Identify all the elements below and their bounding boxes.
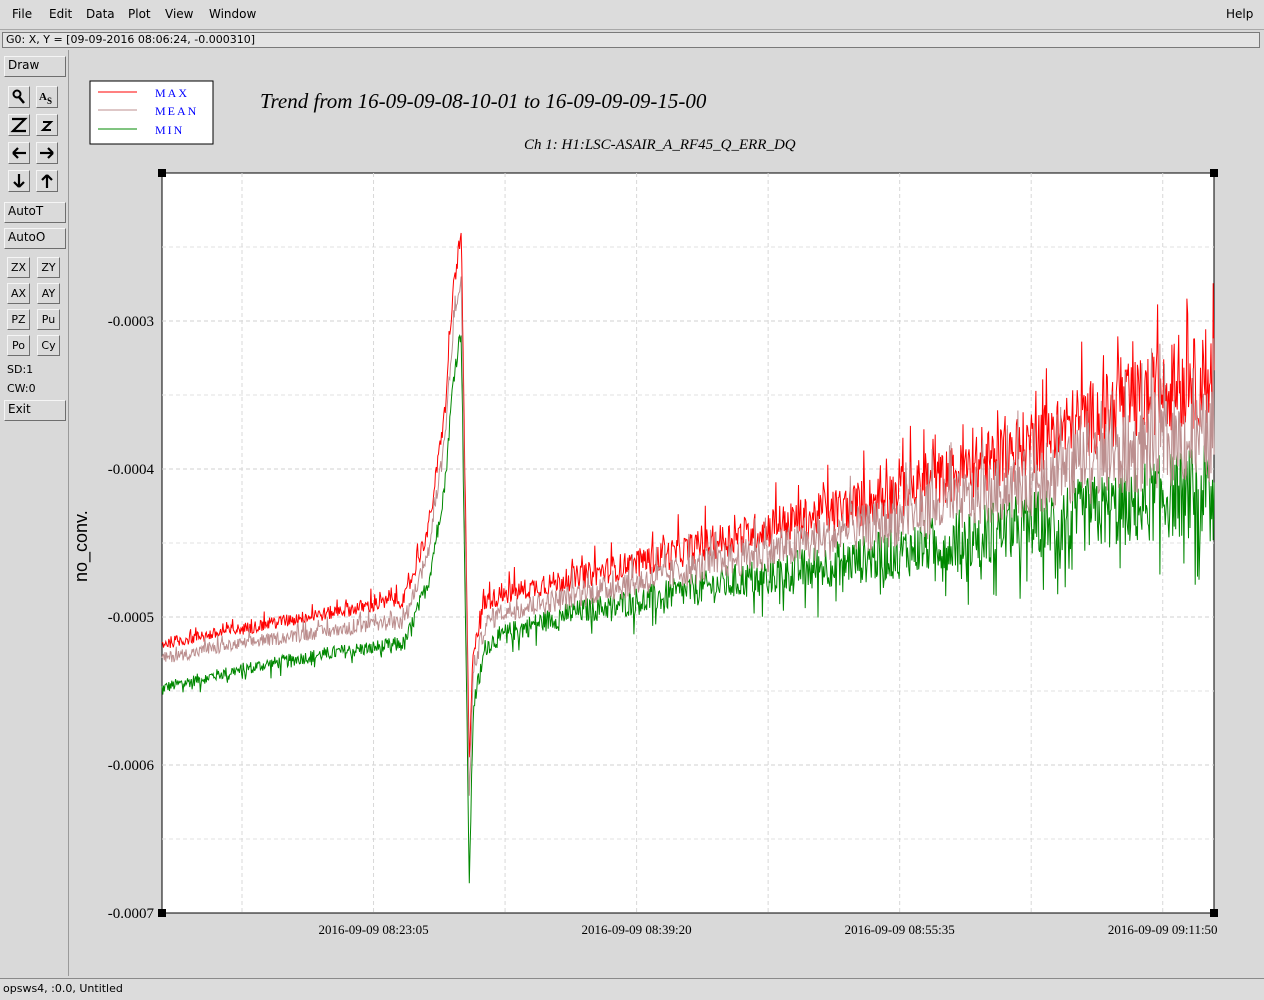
- cy-button[interactable]: Cy: [37, 335, 60, 356]
- menu-data[interactable]: Data: [86, 7, 115, 21]
- y-tick-labels: -0.0003 -0.0004 -0.0005 -0.0006 -0.0007: [108, 314, 155, 922]
- x-tick-labels: 2016-09-09 08:23:05 2016-09-09 08:39:20 20…: [318, 922, 1217, 937]
- pz-button[interactable]: PZ: [7, 309, 30, 330]
- plot-area: MAX MEAN MIN Trend from 16-09-09-08-10-0…: [69, 50, 1264, 981]
- autot-button[interactable]: AutoT: [4, 202, 66, 223]
- svg-text:S: S: [47, 96, 52, 106]
- legend-label-mean: MEAN: [155, 104, 198, 118]
- chart-subtitle: Ch 1: H1:LSC-ASAIR_A_RF45_Q_ERR_DQ: [524, 137, 796, 153]
- menu-help[interactable]: Help: [1226, 7, 1253, 21]
- exit-button[interactable]: Exit: [4, 400, 66, 421]
- zy-button[interactable]: ZY: [37, 257, 60, 278]
- menu-edit[interactable]: Edit: [49, 7, 72, 21]
- corner-handle-tl[interactable]: [158, 169, 166, 177]
- menu-view[interactable]: View: [165, 7, 193, 21]
- draw-button[interactable]: Draw: [4, 56, 66, 77]
- legend-label-max: MAX: [155, 86, 189, 100]
- menu-bar: File Edit Data Plot View Window Help: [0, 0, 1264, 30]
- zx-button[interactable]: ZX: [7, 257, 30, 278]
- status-text: opsws4, :0.0, Untitled: [3, 982, 123, 995]
- arrow-down-icon[interactable]: [8, 170, 30, 192]
- text-scale-icon[interactable]: AS: [36, 86, 58, 108]
- zoom-small-z-icon[interactable]: [36, 114, 58, 136]
- corner-handle-bl[interactable]: [158, 909, 166, 917]
- y-tick-label: -0.0004: [108, 462, 155, 478]
- menu-window[interactable]: Window: [209, 7, 256, 21]
- autoo-button[interactable]: AutoO: [4, 228, 66, 249]
- trend-chart[interactable]: MAX MEAN MIN Trend from 16-09-09-08-10-0…: [69, 50, 1264, 978]
- svg-text:A: A: [39, 91, 47, 103]
- y-tick-label: -0.0005: [108, 610, 154, 626]
- pu-button[interactable]: Pu: [37, 309, 60, 330]
- ay-button[interactable]: AY: [37, 283, 60, 304]
- x-tick-label: 2016-09-09 09:11:50: [1108, 922, 1218, 937]
- magnify-icon[interactable]: [8, 86, 30, 108]
- y-axis-label: no_conv.: [71, 510, 92, 582]
- cw-label: CW:0: [7, 382, 36, 395]
- arrow-up-icon[interactable]: [36, 170, 58, 192]
- zoom-z-icon[interactable]: [8, 114, 30, 136]
- x-tick-label: 2016-09-09 08:39:20: [582, 922, 692, 937]
- arrow-left-icon[interactable]: [8, 142, 30, 164]
- sd-label: SD:1: [7, 363, 34, 376]
- x-tick-label: 2016-09-09 08:55:35: [845, 922, 955, 937]
- cursor-readout: G0: X, Y = [09-09-2016 08:06:24, -0.0003…: [2, 32, 1260, 48]
- y-tick-label: -0.0006: [108, 758, 155, 774]
- x-tick-label: 2016-09-09 08:23:05: [318, 922, 428, 937]
- ax-button[interactable]: AX: [7, 283, 30, 304]
- menu-file[interactable]: File: [12, 7, 32, 21]
- bottom-status-bar: opsws4, :0.0, Untitled: [0, 978, 1264, 1000]
- y-tick-label: -0.0003: [108, 314, 154, 330]
- corner-handle-tr[interactable]: [1210, 169, 1218, 177]
- chart-title: Trend from 16-09-09-08-10-01 to 16-09-09…: [260, 89, 707, 113]
- menu-plot[interactable]: Plot: [128, 7, 151, 21]
- legend-label-min: MIN: [155, 123, 184, 137]
- arrow-right-icon[interactable]: [36, 142, 58, 164]
- left-toolbar: Draw AS AutoT AutoO ZX ZY AX AY PZ Pu Po…: [0, 50, 69, 976]
- corner-handle-br[interactable]: [1210, 909, 1218, 917]
- po-button[interactable]: Po: [7, 335, 30, 356]
- y-tick-label: -0.0007: [108, 906, 155, 922]
- legend: MAX MEAN MIN: [89, 80, 214, 145]
